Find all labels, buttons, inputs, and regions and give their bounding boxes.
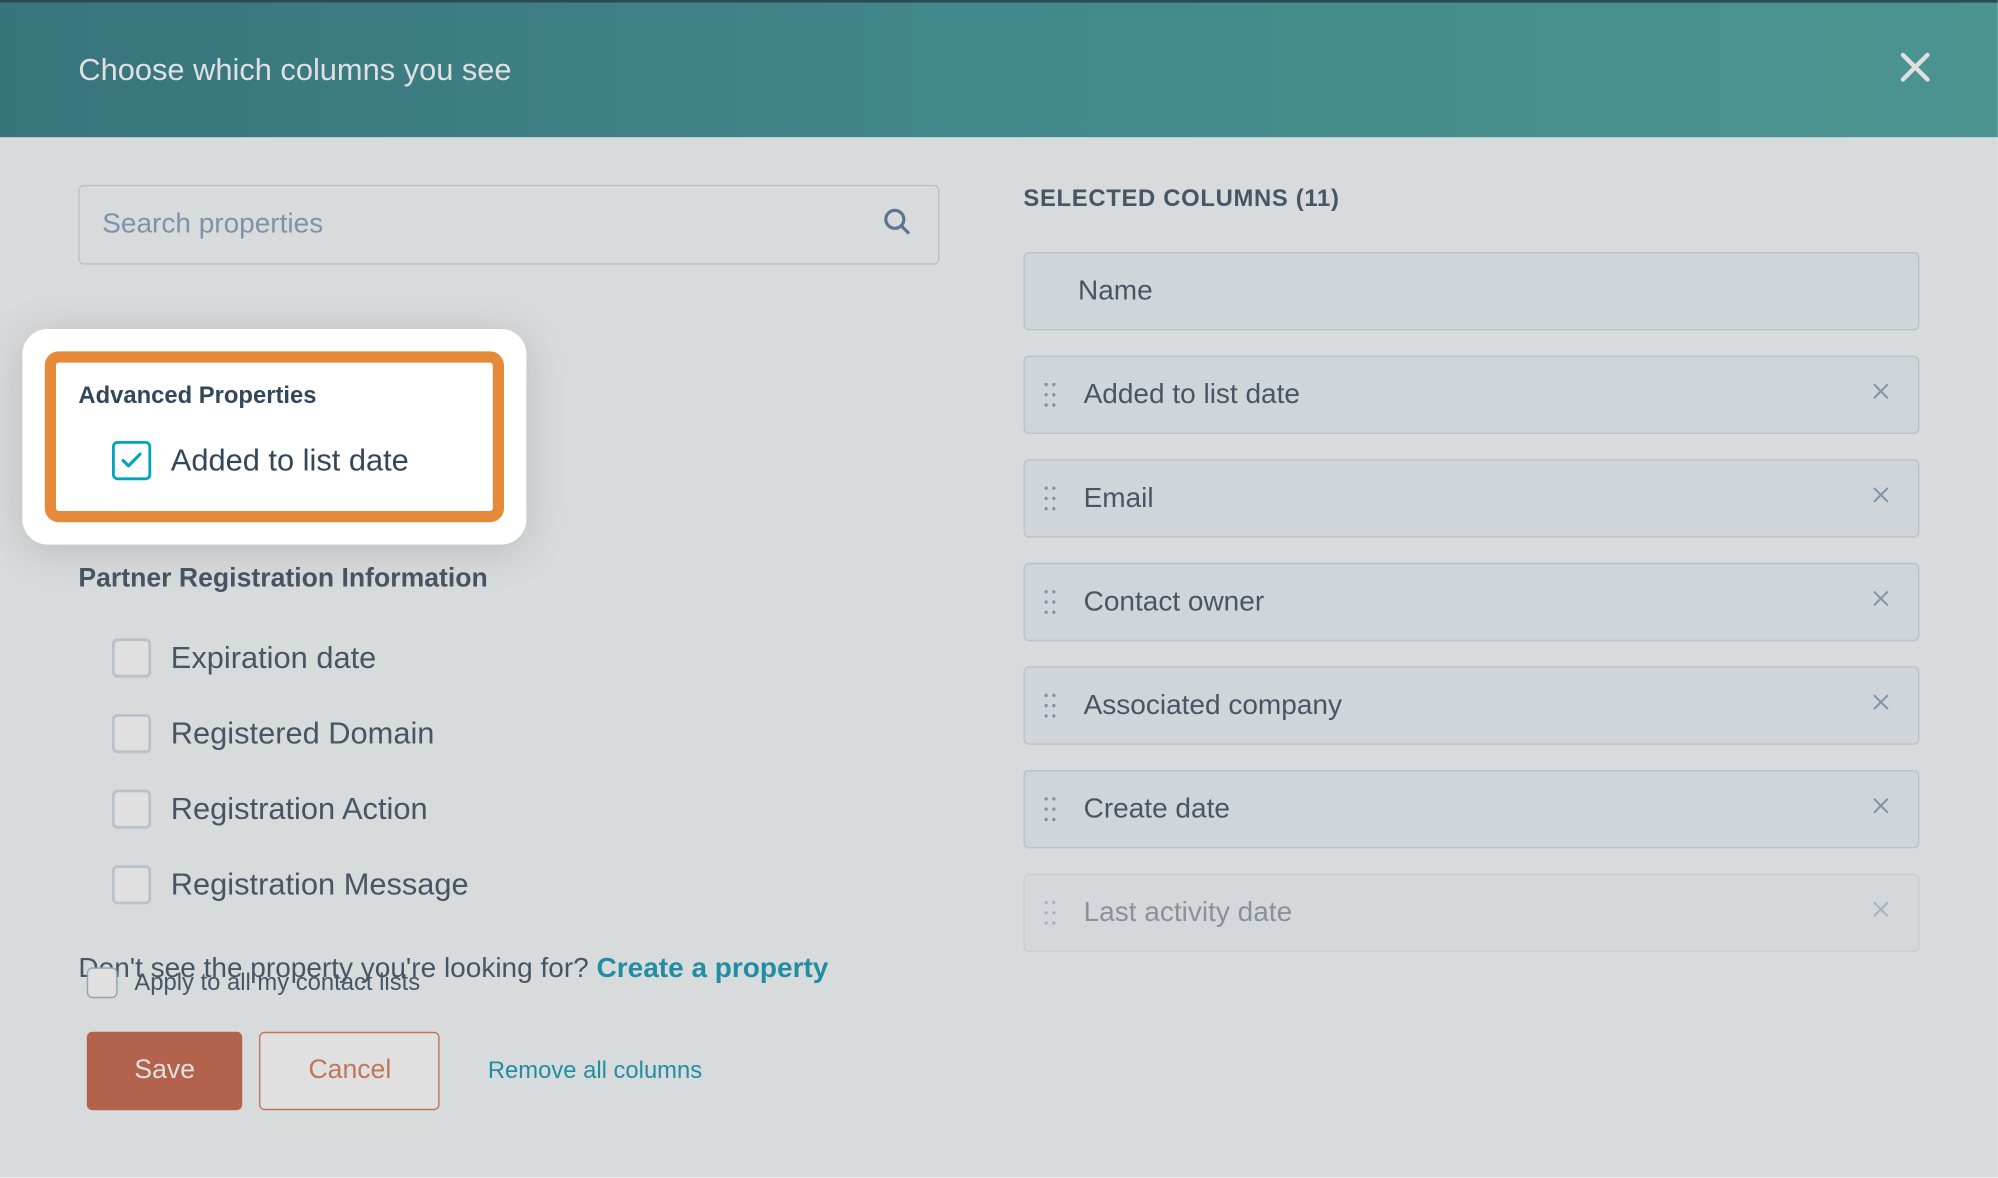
selected-column-item[interactable]: Last activity date [1023,874,1919,952]
checkbox-checked-icon[interactable] [112,441,151,480]
property-label: Registration Action [171,791,428,827]
close-icon [1894,46,1936,95]
selected-column-item[interactable]: Added to list date [1023,356,1919,434]
selected-column-label: Email [1084,482,1154,514]
property-row[interactable]: Registered Domain [78,696,939,772]
modal-title: Choose which columns you see [78,52,511,88]
apply-all-label: Apply to all my contact lists [134,969,420,997]
remove-column-button[interactable] [1869,586,1893,618]
property-group-heading: Advanced Properties [78,382,470,410]
property-row-added-to-list-date[interactable]: Added to list date [78,430,470,480]
selected-column-label: Last activity date [1084,897,1293,929]
checkbox-unchecked-icon[interactable] [112,638,151,677]
selected-column-item[interactable]: Create date [1023,770,1919,848]
selected-column-label: Contact owner [1084,586,1265,618]
selected-column-locked: Name [1023,252,1919,330]
drag-handle-icon[interactable] [1042,689,1059,723]
highlight-card: Advanced Properties Added to list date [22,329,526,545]
remove-column-button[interactable] [1869,793,1893,825]
property-label: Registered Domain [171,715,435,751]
property-row[interactable]: Registration Message [78,847,939,923]
close-button[interactable] [1894,46,1936,95]
property-label: Expiration date [171,640,376,676]
remove-all-columns-link[interactable]: Remove all columns [488,1057,702,1085]
selected-column-label: Added to list date [1084,379,1300,411]
property-row[interactable]: Expiration date [78,620,939,696]
remove-column-button[interactable] [1869,897,1893,929]
drag-handle-icon[interactable] [1042,482,1059,516]
checkbox-unchecked-icon[interactable] [87,967,118,998]
checkbox-unchecked-icon[interactable] [112,865,151,904]
cancel-button[interactable]: Cancel [259,1032,440,1110]
selected-column-label: Associated company [1084,690,1342,722]
property-label: Registration Message [171,867,469,903]
search-input-wrap[interactable] [78,185,939,265]
selected-columns-heading: SELECTED COLUMNS (11) [1023,185,1919,213]
property-group-heading: Partner Registration Information [78,564,939,595]
drag-handle-icon[interactable] [1042,378,1059,412]
checkbox-unchecked-icon[interactable] [112,790,151,829]
remove-column-button[interactable] [1869,482,1893,514]
selected-column-label: Name [1078,275,1153,307]
remove-column-button[interactable] [1869,379,1893,411]
save-button[interactable]: Save [87,1032,243,1110]
property-label: Added to list date [171,442,409,478]
property-row[interactable]: Registration Action [78,771,939,847]
drag-handle-icon[interactable] [1042,585,1059,619]
modal-header: Choose which columns you see [0,0,1998,137]
search-input[interactable] [102,209,868,241]
checkbox-unchecked-icon[interactable] [112,714,151,753]
selected-column-label: Create date [1084,793,1230,825]
property-list: Expiration date Registered Domain Regist… [78,620,939,922]
drag-handle-icon[interactable] [1042,792,1059,826]
drag-handle-icon[interactable] [1042,896,1059,930]
remove-column-button[interactable] [1869,690,1893,722]
selected-column-item[interactable]: Associated company [1023,666,1919,744]
search-icon [882,206,913,244]
selected-column-item[interactable]: Email [1023,459,1919,537]
create-property-link[interactable]: Create a property [597,953,829,984]
selected-column-item[interactable]: Contact owner [1023,563,1919,641]
